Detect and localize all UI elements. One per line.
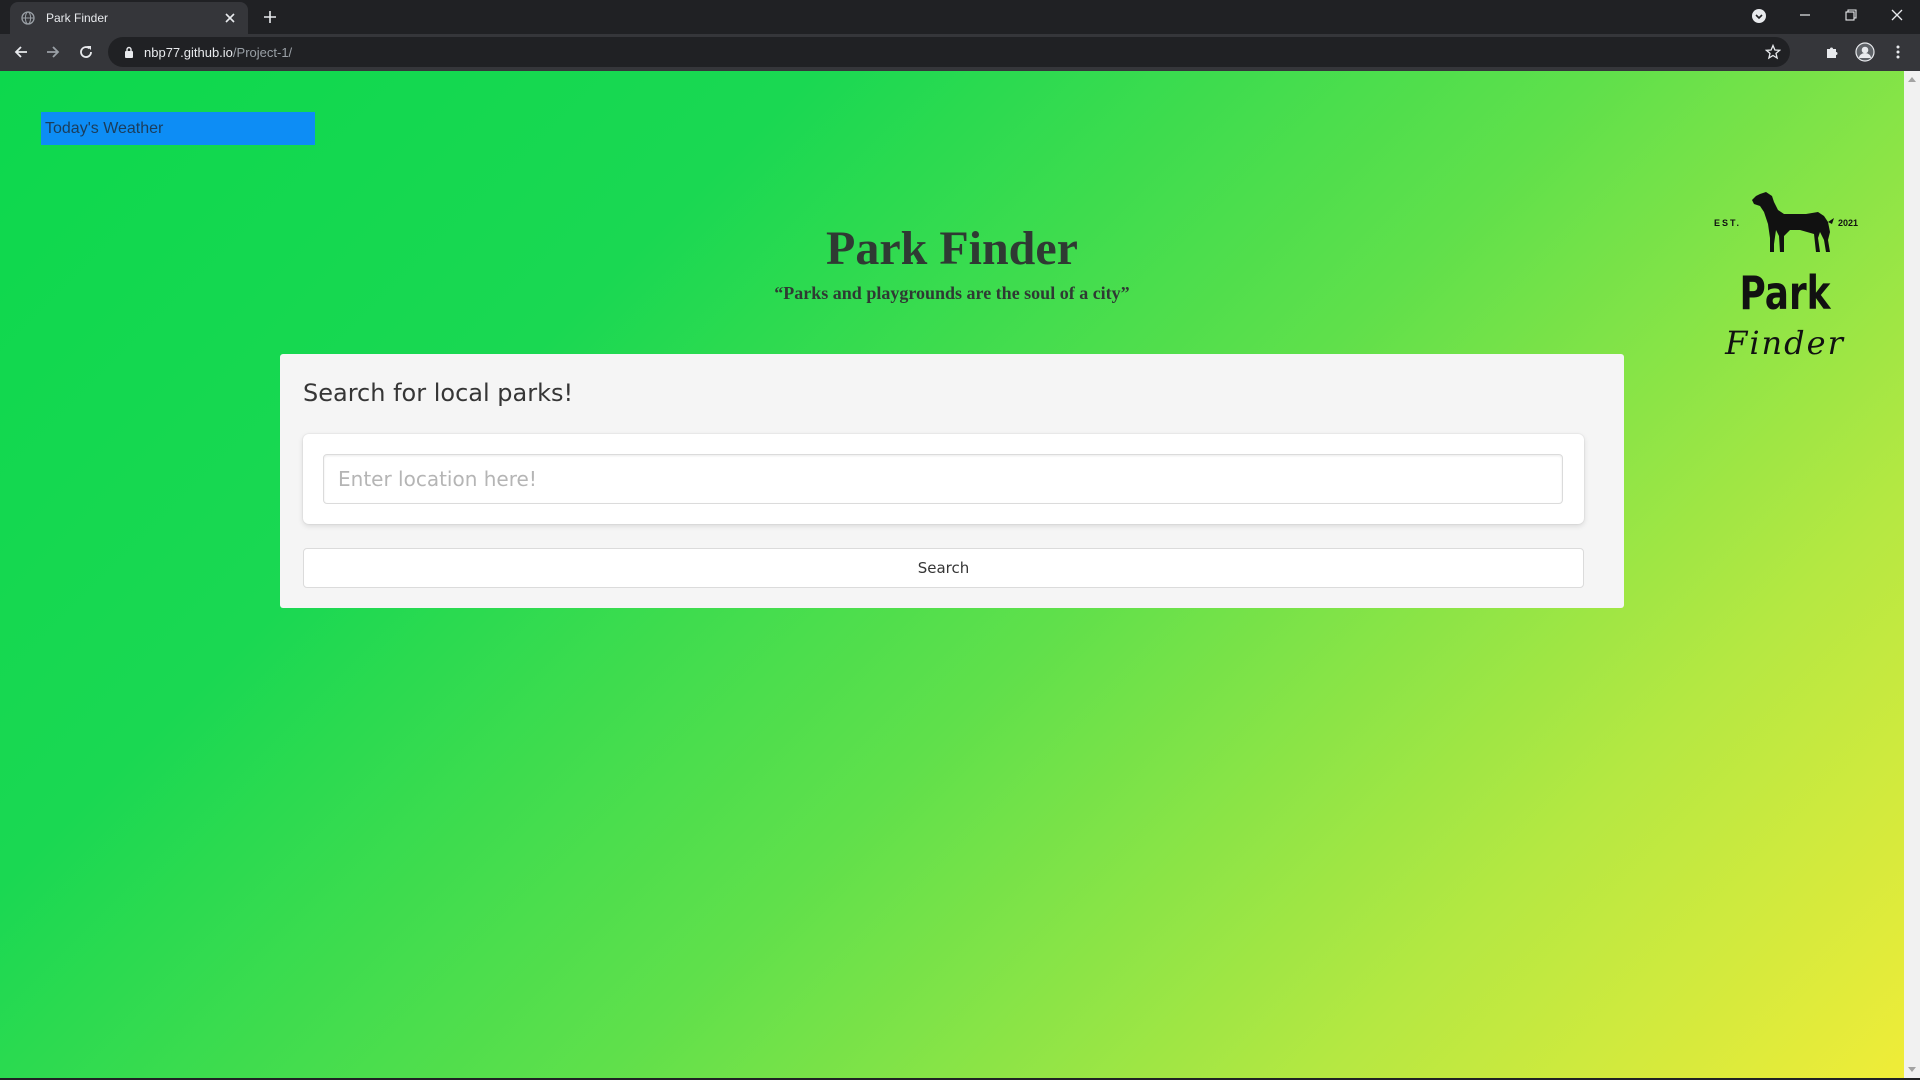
- globe-icon: [20, 10, 36, 26]
- arrow-left-icon[interactable]: [10, 41, 32, 63]
- lock-icon[interactable]: [122, 45, 136, 59]
- vertical-scrollbar[interactable]: [1904, 71, 1920, 1078]
- search-card: Search for local parks! Search: [280, 354, 1624, 608]
- address-bar[interactable]: nbp77.github.io/Project-1/: [108, 37, 1790, 67]
- browser-toolbar: nbp77.github.io/Project-1/: [0, 34, 1920, 71]
- restore-icon[interactable]: [1828, 0, 1874, 30]
- url-host: nbp77.github.io: [144, 44, 233, 60]
- tab-title: Park Finder: [46, 11, 109, 25]
- minimize-icon[interactable]: [1782, 0, 1828, 30]
- location-input-panel: [303, 434, 1584, 524]
- dog-icon: [1752, 192, 1834, 252]
- plus-icon[interactable]: [260, 7, 280, 27]
- park-finder-logo: EST. 2021 Park Finder: [1700, 186, 1870, 362]
- page-title: Park Finder: [826, 222, 1078, 275]
- search-button[interactable]: Search: [303, 548, 1584, 588]
- tab-search-icon[interactable]: [1750, 7, 1768, 25]
- logo-finder-text: Finder: [1725, 324, 1845, 362]
- browser-tab[interactable]: Park Finder: [10, 2, 248, 34]
- logo-park-text: Park: [1739, 266, 1831, 320]
- kebab-menu-icon[interactable]: [1888, 42, 1908, 62]
- reload-icon[interactable]: [75, 41, 97, 63]
- page-viewport: Today's Weather Park Finder “Parks and p…: [0, 71, 1904, 1078]
- profile-icon[interactable]: [1855, 42, 1875, 62]
- logo-est-text: EST.: [1714, 218, 1742, 228]
- scroll-down-icon[interactable]: [1908, 1067, 1916, 1072]
- page-quote: “Parks and playgrounds are the soul of a…: [774, 283, 1130, 303]
- browser-tab-strip: Park Finder: [0, 0, 1920, 34]
- search-heading: Search for local parks!: [303, 379, 574, 407]
- url-path: /Project-1/: [232, 44, 293, 60]
- logo-year-text: 2021: [1838, 218, 1859, 228]
- arrow-right-icon[interactable]: [42, 41, 64, 63]
- window-close-icon[interactable]: [1874, 0, 1920, 30]
- todays-weather-button[interactable]: Today's Weather: [41, 112, 315, 145]
- star-icon[interactable]: [1764, 43, 1782, 61]
- close-icon[interactable]: [222, 10, 238, 26]
- location-input[interactable]: [323, 454, 1563, 504]
- scroll-up-icon[interactable]: [1908, 77, 1916, 82]
- puzzle-icon[interactable]: [1823, 42, 1843, 62]
